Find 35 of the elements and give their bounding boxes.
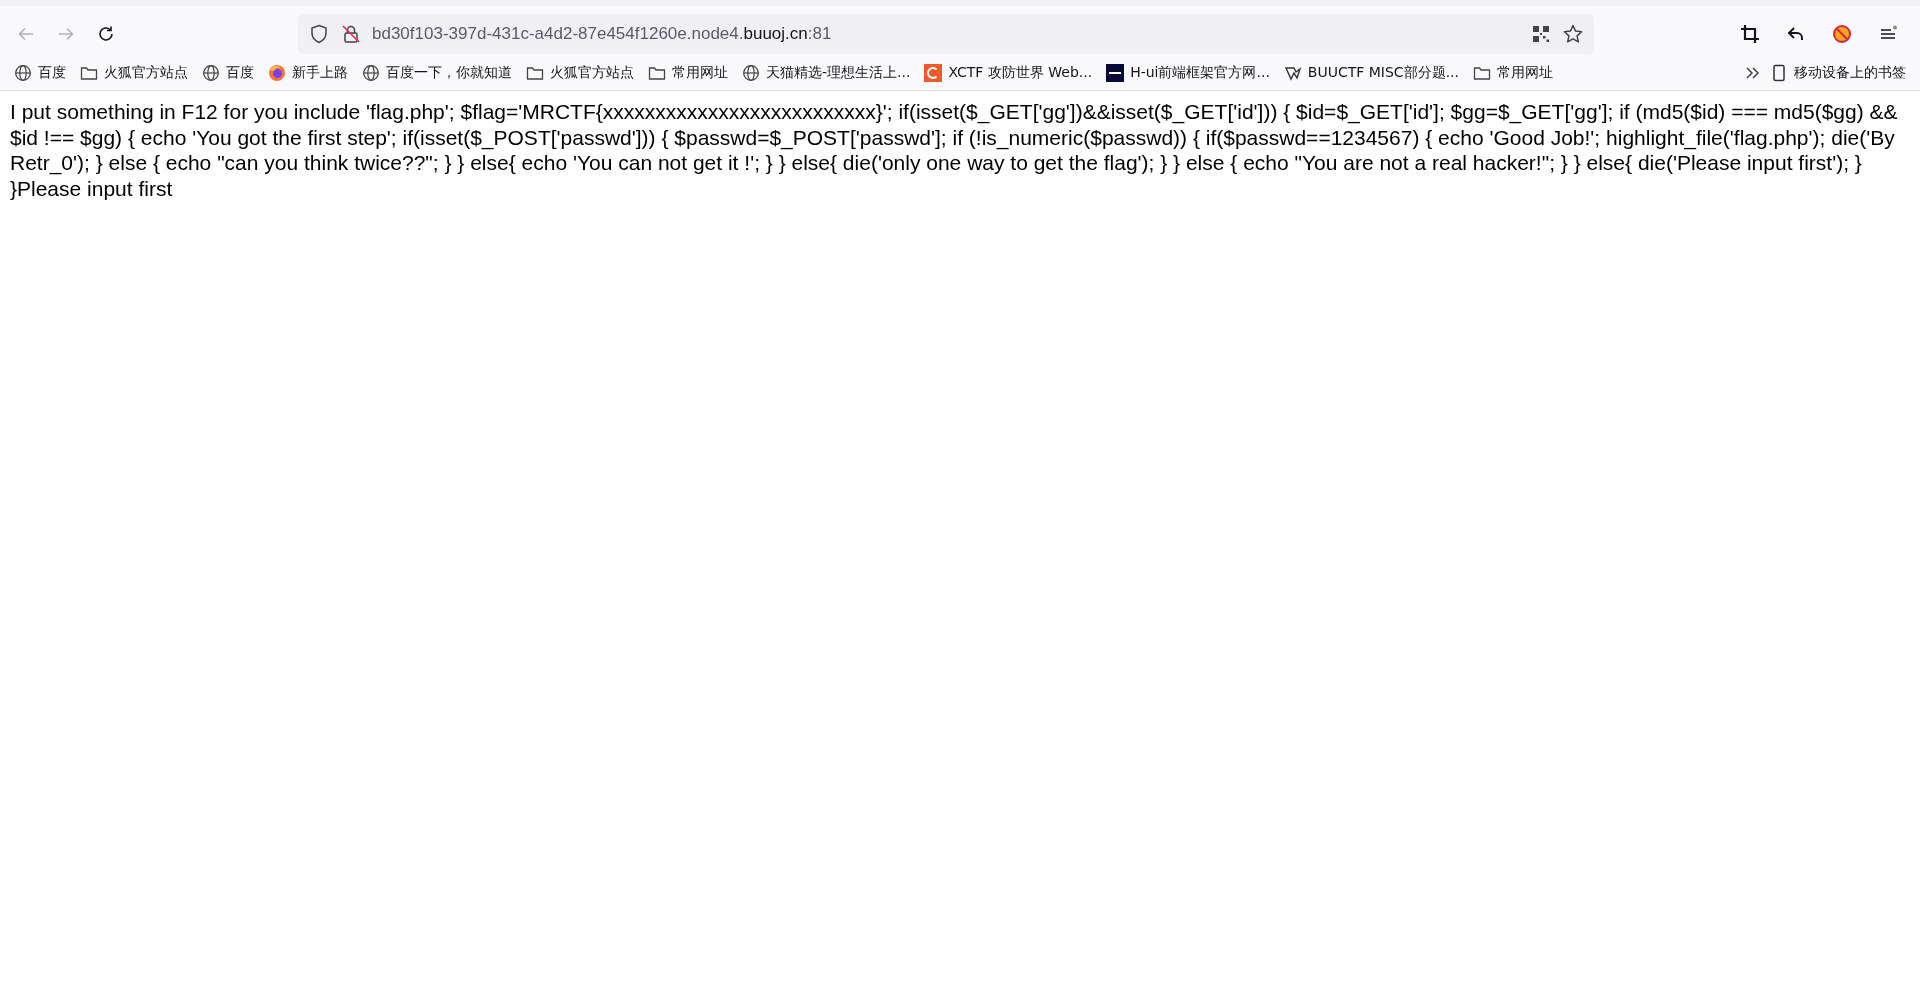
globe-icon	[742, 64, 760, 82]
folder-icon	[1473, 64, 1491, 82]
folder-icon	[648, 64, 666, 82]
bookmark-item[interactable]: 常用网址	[642, 61, 734, 85]
globe-icon	[362, 64, 380, 82]
bookmark-item[interactable]: 百度一下，你就知道	[356, 61, 518, 85]
folder-icon	[80, 64, 98, 82]
bookmark-item[interactable]: 百度	[8, 61, 72, 85]
shield-icon	[308, 23, 330, 45]
prohibited-icon	[1832, 24, 1852, 44]
reload-icon	[96, 24, 116, 44]
hui-logo-icon	[1106, 64, 1125, 82]
c-logo-icon	[924, 64, 943, 82]
crossed-lock-icon	[340, 23, 362, 45]
bookmark-item[interactable]: H-ui前端框架官方网...	[1100, 61, 1276, 85]
qr-code-icon[interactable]	[1530, 23, 1552, 45]
globe-icon	[14, 64, 32, 82]
bookmark-item[interactable]: 移动设备上的书签	[1764, 61, 1912, 85]
bookmark-item[interactable]: 常用网址	[1467, 61, 1559, 85]
bookmark-item[interactable]: 天猫精选-理想生活上...	[736, 61, 917, 85]
bookmark-item[interactable]: 新手上路	[262, 61, 354, 85]
bookmark-item[interactable]: BUUCTF MISC部分题...	[1277, 61, 1465, 85]
bookmark-item[interactable]: 火狐官方站点	[74, 61, 194, 85]
bookmark-item[interactable]: 火狐官方站点	[520, 61, 640, 85]
phone-icon	[1770, 64, 1788, 82]
bookmark-item[interactable]: XCTF 攻防世界 Web...	[918, 61, 1099, 85]
crop-icon	[1740, 24, 1760, 44]
star-icon[interactable]	[1562, 23, 1584, 45]
bird-icon	[1283, 64, 1302, 82]
address-field[interactable]: bd30f103-397d-431c-a4d2-87e454f1260e.node4.buuoj.cn:81	[298, 14, 1594, 54]
fox-icon	[268, 64, 286, 82]
folder-icon	[526, 64, 544, 82]
page-text: I put something in F12 for you include 'flag.php'; $flag='MRCTF{xxxxxxxxxxxxxxxxxxxxxxxxxx}'; if(isset($_GET['gg'])&&isset($_GET['id'])) { $id=$_GET['id']; $gg=$_GET['gg']; if (md5($id) === md5($gg) && $id !== $gg) { echo 'You got the first step'; if(isset($_POST['passwd'])) { $passwd=$_POST['passwd']; if (!is_numeric($passwd)) { if($passwd==1234567) { echo 'Good Job!'; highlight_file('flag.php'); die('By Retr_0'); } else { echo "can you think twice??"; } } else{ echo 'You can not get it !'; } } else{ die('only one way to get the flag'); } } else { echo "You are not a real hacker!"; } } else{ die('Please input first'); } }Please input first	[10, 100, 1898, 200]
bookmark-item[interactable]: 百度	[196, 61, 260, 85]
globe-icon	[202, 64, 220, 82]
